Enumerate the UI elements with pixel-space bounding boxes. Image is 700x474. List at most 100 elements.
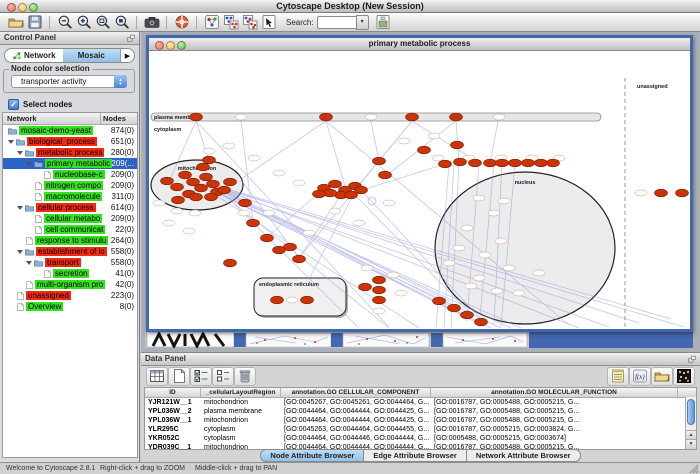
network-tree-row[interactable]: primary metabolic209(... (3, 158, 137, 169)
network-tree-row[interactable]: transport558(0) (3, 257, 137, 268)
notepad-icon[interactable] (607, 367, 629, 386)
network-tree-row[interactable]: Overview8(0) (3, 301, 137, 312)
network-node[interactable] (439, 160, 452, 168)
annotation-1-icon[interactable] (221, 14, 240, 31)
network-node[interactable] (161, 177, 174, 185)
network-node[interactable] (655, 189, 668, 197)
matrix-icon[interactable] (673, 367, 695, 386)
tree-label[interactable]: unassigned (26, 291, 71, 300)
tree-label[interactable]: nucleobase-c (53, 170, 105, 179)
tree-label[interactable]: transport (45, 258, 81, 267)
network-node[interactable] (676, 189, 689, 197)
tree-label[interactable]: secretion (53, 269, 89, 278)
network-node[interactable] (195, 184, 208, 192)
more-tabs-arrow-icon[interactable]: ▶ (120, 49, 134, 62)
table-row[interactable]: YPL036W__2plasma membrane[GO:0044464, GO… (145, 407, 696, 416)
tree-label[interactable]: primary metabolic (45, 159, 112, 168)
network-node[interactable] (261, 234, 274, 242)
expand-arrow-icon[interactable] (17, 206, 23, 210)
tab-network[interactable]: Network (5, 49, 63, 62)
network-tree-row[interactable]: nucleobase-c209(0) (3, 169, 137, 180)
column-header[interactable]: annotation.GO CELLULAR_COMPONENT (281, 388, 431, 397)
network-node[interactable] (373, 157, 386, 165)
expand-arrow-icon[interactable] (26, 162, 32, 166)
expand-arrow-icon[interactable] (8, 140, 14, 144)
trash-icon[interactable] (234, 367, 256, 386)
network-tree-row[interactable]: secretion41(0) (3, 268, 137, 279)
search-dropdown-icon[interactable]: ▾ (356, 15, 369, 30)
open-folder-icon[interactable] (651, 367, 673, 386)
tree-label[interactable]: establishment of lo (36, 247, 107, 256)
zoom-in-icon[interactable] (74, 14, 93, 31)
network-node[interactable] (205, 193, 218, 201)
network-node[interactable] (329, 180, 342, 188)
zoom-view-icon[interactable] (177, 41, 186, 50)
network-node[interactable] (218, 186, 231, 194)
network-node[interactable] (355, 186, 368, 194)
network-node[interactable] (172, 196, 185, 204)
tree-label[interactable]: mosaic-demo-yeast (19, 126, 93, 135)
network-node[interactable] (190, 113, 203, 121)
zoom-selected-icon[interactable] (112, 14, 131, 31)
column-header[interactable]: annotation.GO MOLECULAR_FUNCTION (431, 388, 678, 397)
select-nodes-checkbox[interactable]: ✓ (8, 99, 19, 110)
scroll-down-icon[interactable]: ▼ (686, 439, 696, 449)
network-tree-row[interactable]: response to stimulu264(0) (3, 235, 137, 246)
annotation-2-icon[interactable] (240, 14, 259, 31)
network-node[interactable] (197, 163, 210, 171)
tab-edge-attribute-browser[interactable]: Edge Attribute Browser (364, 449, 466, 462)
network-node[interactable] (284, 243, 297, 251)
tab-node-attribute-browser[interactable]: Node Attribute Browser (260, 449, 364, 462)
tree-label[interactable]: cell communicat (44, 225, 105, 234)
minimize-view-icon[interactable] (166, 41, 175, 50)
network-node[interactable] (547, 159, 560, 167)
tree-label[interactable]: biological_process (27, 137, 97, 146)
network-node[interactable] (406, 113, 419, 121)
network-node[interactable] (301, 296, 314, 304)
tree-column-nodes[interactable]: Nodes (100, 113, 137, 124)
network-node[interactable] (522, 159, 535, 167)
open-file-icon[interactable] (6, 14, 25, 31)
network-tree-row[interactable]: biological_process651(0) (3, 136, 137, 147)
network-node[interactable] (239, 199, 252, 207)
network-node[interactable] (433, 297, 446, 305)
network-node[interactable] (190, 193, 203, 201)
network-node[interactable] (450, 113, 463, 121)
network-node[interactable] (484, 159, 497, 167)
network-node[interactable] (207, 180, 220, 188)
network-node[interactable] (379, 171, 392, 179)
column-header[interactable]: ID (145, 388, 201, 397)
tab-network-attribute-browser[interactable]: Network Attribute Browser (467, 449, 581, 462)
search-input[interactable] (317, 16, 356, 29)
expand-arrow-icon[interactable] (17, 151, 23, 155)
tree-label[interactable]: macromolecule (44, 192, 102, 201)
network-node[interactable] (247, 219, 260, 227)
network-tree-row[interactable]: macromolecule311(0) (3, 191, 137, 202)
tree-label[interactable]: cellular process (36, 203, 96, 212)
table-row[interactable]: YPL036W__1mitochondrion[GO:0044464, GO:0… (145, 416, 696, 425)
float-panel-icon[interactable] (126, 34, 136, 43)
network-graph[interactable]: plasma membranecytoplasmmitochondrionnuc… (149, 51, 690, 329)
network-node[interactable] (171, 183, 184, 191)
tab-mosaic[interactable]: Mosaic (63, 49, 121, 62)
tree-label[interactable]: response to stimulu (35, 236, 108, 245)
network-node[interactable] (469, 159, 482, 167)
zoom-fit-icon[interactable] (93, 14, 112, 31)
table-row[interactable]: YLR295Ccytoplasm[GO:0045263, GO:0044464,… (145, 425, 696, 434)
tree-label[interactable]: Overview (26, 302, 63, 311)
network-tree-row[interactable]: metabolic process280(0) (3, 147, 137, 158)
network-node[interactable] (461, 311, 474, 319)
snapshot-icon[interactable] (142, 14, 161, 31)
tree-label[interactable]: multi-organism pro (35, 280, 105, 289)
network-tree-row[interactable]: cellular metabo209(0) (3, 213, 137, 224)
table-icon[interactable] (146, 367, 168, 386)
tree-label[interactable]: metabolic process (36, 148, 104, 157)
network-node[interactable] (448, 304, 461, 312)
close-view-icon[interactable] (155, 41, 164, 50)
column-header[interactable]: _cellularLayoutRegion (201, 388, 281, 397)
network-node[interactable] (359, 283, 372, 291)
network-tree-row[interactable]: cellular process614(0) (3, 202, 137, 213)
network-tree-row[interactable]: establishment of lo558(0) (3, 246, 137, 257)
layout-icon[interactable] (202, 14, 221, 31)
network-node[interactable] (509, 159, 522, 167)
